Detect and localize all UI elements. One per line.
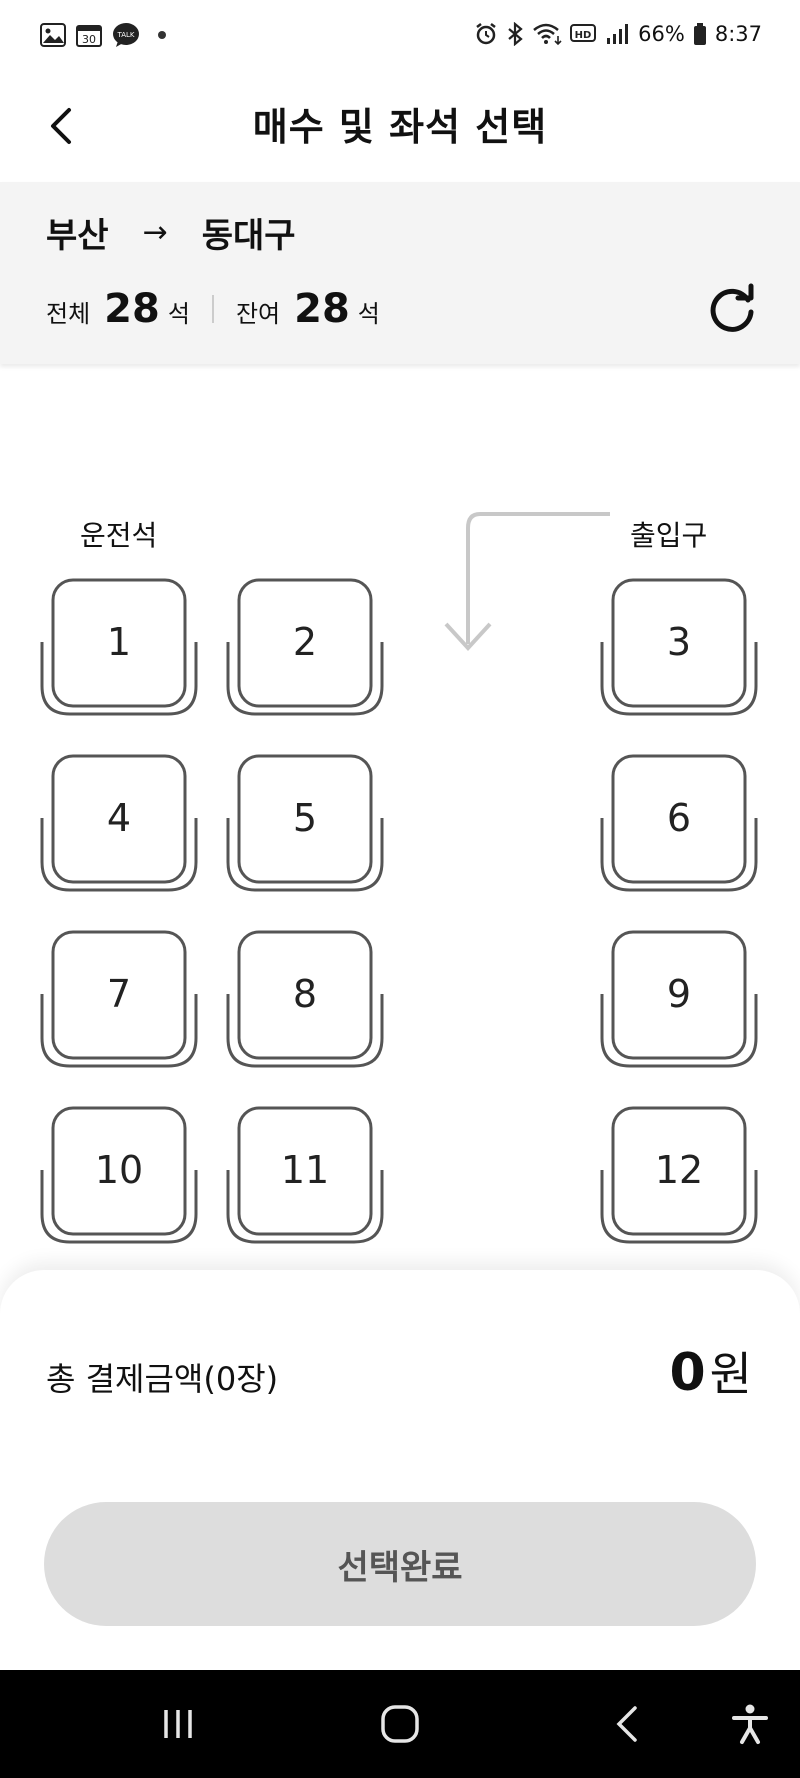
accessibility-icon (732, 1704, 768, 1744)
seat-number: 4 (106, 796, 132, 840)
seat-11[interactable]: 11 (226, 1106, 386, 1246)
alarm-icon (474, 22, 498, 46)
route-arrow-icon: → (142, 215, 168, 250)
remaining-seats-label: 잔여 (235, 300, 281, 328)
entrance-arrow-icon (444, 512, 610, 651)
driver-seat-label: 운전석 (80, 519, 158, 552)
calendar-icon: 30 (76, 23, 102, 47)
page-title: 매수 및 좌석 선택 (252, 105, 548, 149)
total-amount-value: 0 (669, 1343, 706, 1403)
clock: 8:37 (714, 22, 762, 46)
seat-8[interactable]: 8 (226, 930, 386, 1070)
seat-7[interactable]: 7 (40, 930, 200, 1070)
home-button[interactable] (360, 1692, 440, 1756)
hd-voice-icon: HD (570, 23, 598, 45)
total-seats-label: 전체 (46, 300, 91, 328)
seat-number: 10 (94, 1148, 144, 1192)
back-nav-button[interactable] (586, 1692, 666, 1756)
seat-map: 운전석 출입구 1 2 3 4 5 6 7 8 9 10 11 12 (0, 364, 800, 1264)
recents-button[interactable] (138, 1692, 218, 1756)
seat-number: 9 (666, 972, 692, 1016)
home-icon (381, 1705, 419, 1743)
svg-text:HD: HD (575, 30, 592, 41)
status-bar-notifications: 30 TALK (40, 22, 166, 48)
total-seats-value: 28 (104, 286, 160, 332)
bluetooth-icon (506, 22, 524, 46)
seat-number: 8 (292, 972, 318, 1016)
seat-4[interactable]: 4 (40, 754, 200, 894)
entrance-label: 출입구 (630, 519, 708, 552)
seat-number: 3 (666, 620, 692, 664)
seat-3[interactable]: 3 (600, 578, 760, 718)
seat-number: 6 (666, 796, 692, 840)
seat-counts: 전체 28 석 잔여 28 석 (46, 286, 380, 332)
seat-number: 2 (292, 620, 318, 664)
total-payment-label: 총 결제금액(0장) (46, 1360, 279, 1398)
svg-text:30: 30 (82, 33, 96, 46)
refresh-icon (710, 283, 754, 332)
currency-unit: 원 (709, 1347, 752, 1401)
seat-9[interactable]: 9 (600, 930, 760, 1070)
destination-terminal: 동대구 (201, 216, 296, 256)
more-notifications-icon (158, 31, 166, 39)
seat-12[interactable]: 12 (600, 1106, 760, 1246)
back-icon (616, 1706, 637, 1742)
recents-icon (164, 1710, 192, 1738)
accessibility-button[interactable] (710, 1692, 790, 1756)
seat-6[interactable]: 6 (600, 754, 760, 894)
kakaotalk-icon: TALK (112, 22, 140, 48)
battery-icon (693, 22, 707, 46)
total-seats-unit: 석 (167, 300, 190, 328)
app-header: 매수 및 좌석 선택 (0, 72, 800, 182)
seat-2[interactable]: 2 (226, 578, 386, 718)
payment-summary-sheet: 총 결제금액(0장) 0 원 선택완료 (0, 1270, 800, 1670)
refresh-button[interactable] (704, 282, 760, 338)
route-info-panel: 부산 → 동대구 전체 28 석 잔여 28 석 (0, 182, 800, 364)
seat-number: 11 (280, 1148, 330, 1192)
signal-icon (606, 23, 630, 45)
seat-number: 1 (106, 620, 132, 664)
system-nav-bar (0, 1670, 800, 1778)
remaining-seats-unit: 석 (357, 300, 380, 328)
origin-terminal: 부산 (46, 216, 109, 256)
seat-number: 12 (654, 1148, 704, 1192)
divider (211, 295, 214, 323)
wifi-icon (532, 22, 562, 46)
complete-selection-button[interactable]: 선택완료 (44, 1502, 756, 1626)
seat-10[interactable]: 10 (40, 1106, 200, 1246)
svg-text:TALK: TALK (116, 31, 134, 39)
total-payment-amount: 0 원 (669, 1338, 752, 1404)
status-bar: 30 TALK HD 66% 8:37 (0, 0, 800, 72)
gallery-icon (40, 23, 66, 47)
remaining-seats-value: 28 (294, 286, 350, 332)
status-bar-system: HD 66% 8:37 (474, 22, 762, 46)
route-line: 부산 → 동대구 (46, 208, 296, 257)
seat-number: 7 (106, 972, 132, 1016)
seat-5[interactable]: 5 (226, 754, 386, 894)
battery-percent: 66% (638, 22, 685, 46)
seat-1[interactable]: 1 (40, 578, 200, 718)
seat-number: 5 (292, 796, 318, 840)
